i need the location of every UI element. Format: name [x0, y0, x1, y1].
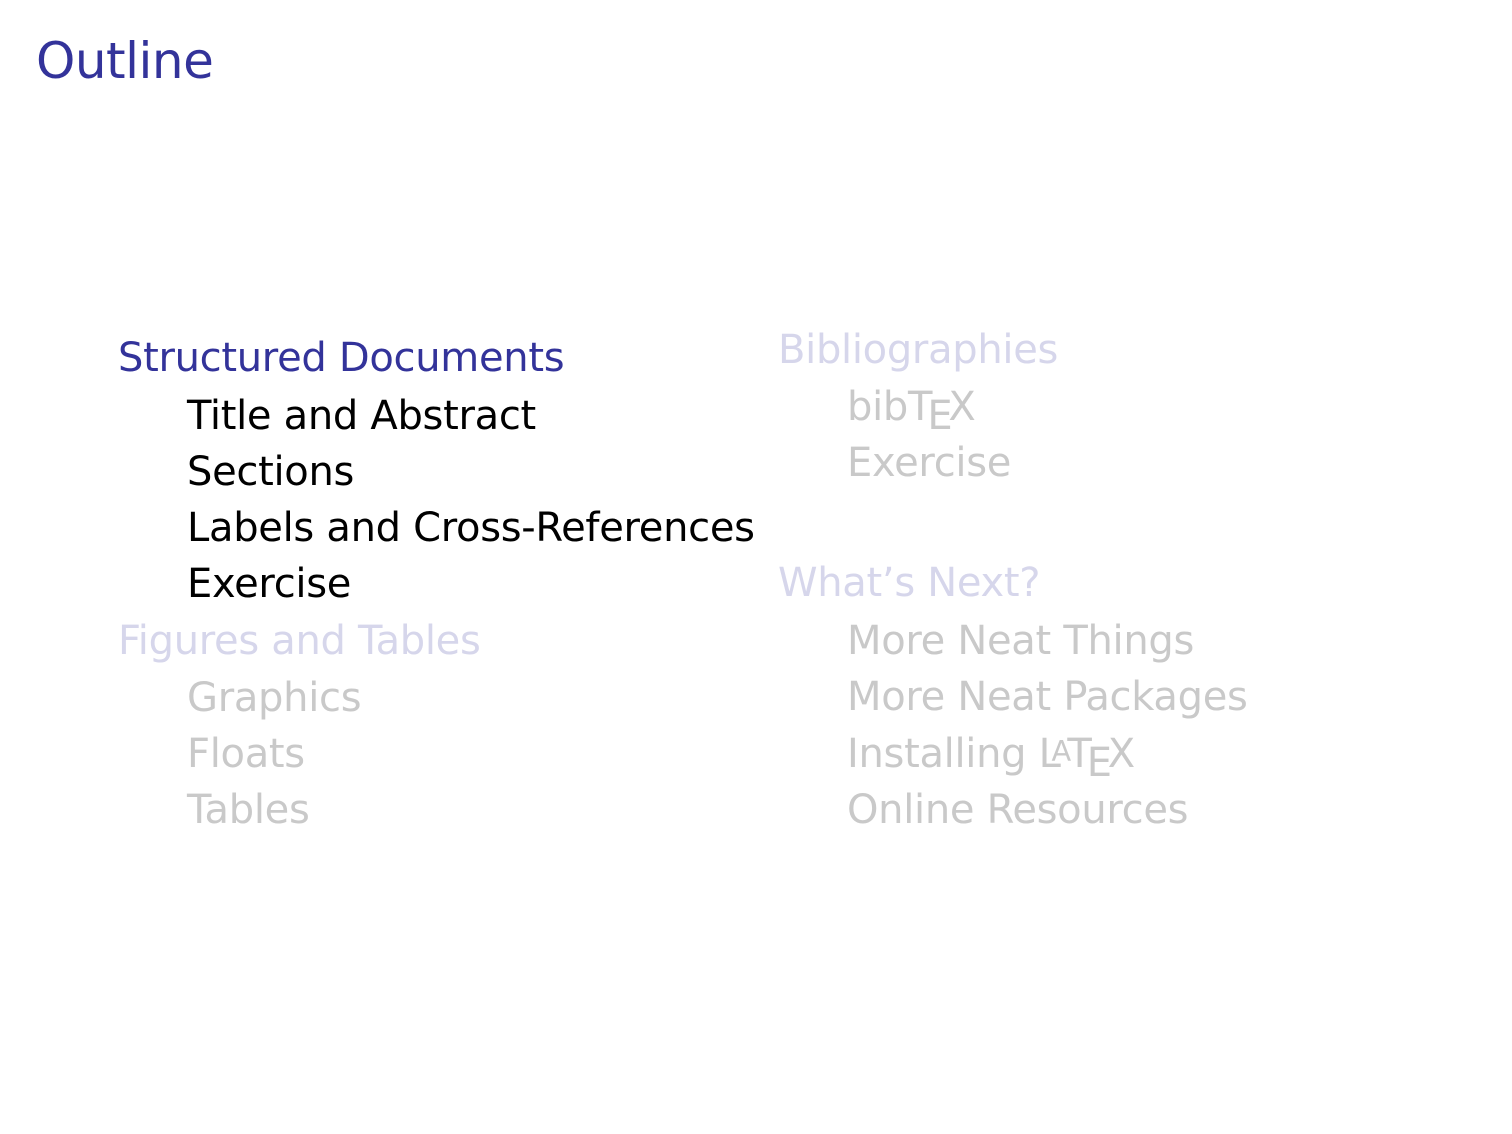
subsection-more-neat-things[interactable]: More Neat Things — [847, 621, 1194, 661]
frame-title: Outline — [36, 32, 214, 90]
subsection-title-and-abstract[interactable]: Title and Abstract — [187, 396, 536, 436]
subsection-installing-latex[interactable]: Installing LATEX — [847, 731, 1135, 786]
subsection-floats[interactable]: Floats — [187, 734, 305, 774]
section-bibliographies[interactable]: Bibliographies — [778, 330, 1058, 370]
subsection-labels-and-cross-references[interactable]: Labels and Cross-References — [187, 508, 755, 548]
subsection-online-resources[interactable]: Online Resources — [847, 790, 1189, 830]
latex-logo: Installing LATEX — [847, 731, 1135, 786]
subsection-more-neat-packages[interactable]: More Neat Packages — [847, 677, 1248, 717]
subsection-sections[interactable]: Sections — [187, 452, 354, 492]
subsection-graphics[interactable]: Graphics — [187, 678, 362, 718]
subsection-bib-exercise[interactable]: Exercise — [847, 443, 1011, 483]
section-whats-next[interactable]: What’s Next? — [778, 563, 1040, 603]
bibtex-logo: bibTEX — [847, 384, 976, 439]
subsection-exercise[interactable]: Exercise — [187, 564, 351, 604]
section-figures-and-tables[interactable]: Figures and Tables — [118, 621, 481, 661]
subsection-bibtex[interactable]: bibTEX — [847, 384, 976, 439]
subsection-tables[interactable]: Tables — [187, 790, 310, 830]
section-structured-documents[interactable]: Structured Documents — [118, 338, 565, 378]
